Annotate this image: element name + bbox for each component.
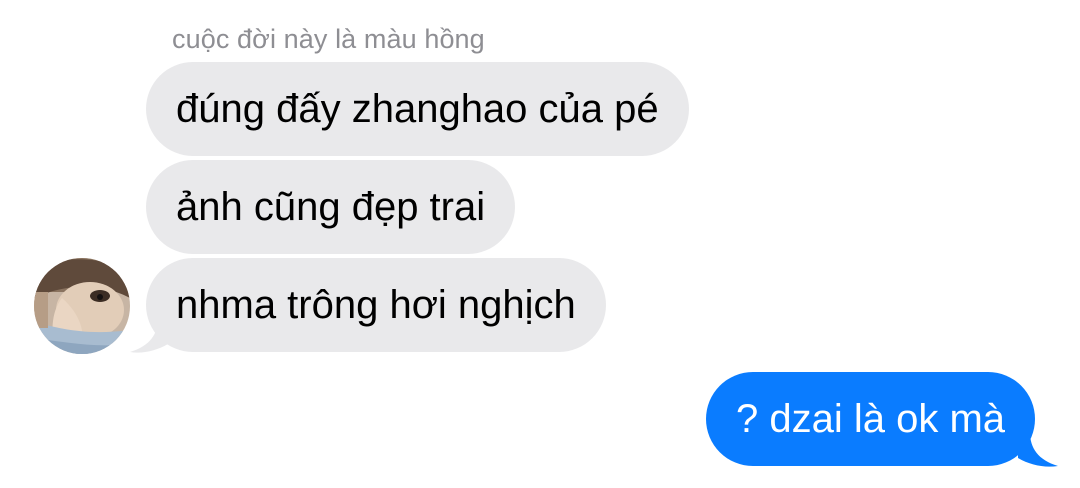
incoming-message-bubble[interactable]: nhma trông hơi nghịch bbox=[146, 258, 606, 352]
incoming-message-bubble[interactable]: ảnh cũng đẹp trai bbox=[146, 160, 516, 254]
contact-avatar[interactable] bbox=[34, 258, 130, 354]
outgoing-message-bubble[interactable]: ? dzai là ok mà bbox=[706, 372, 1036, 466]
incoming-message-bubble[interactable]: đúng đấy zhanghao của pé bbox=[146, 62, 689, 156]
avatar-photo-icon bbox=[34, 258, 130, 354]
sender-name: cuộc đời này là màu hồng bbox=[172, 24, 485, 54]
